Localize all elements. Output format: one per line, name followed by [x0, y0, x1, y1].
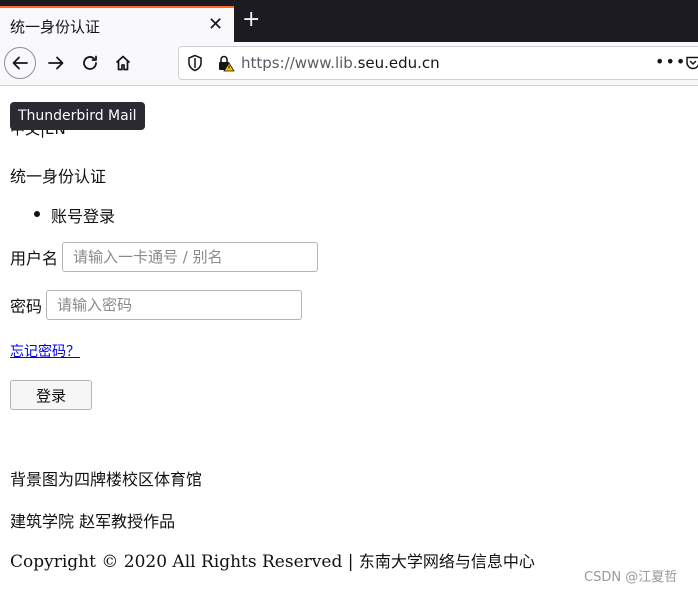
- password-row: 密码: [10, 290, 303, 320]
- copyright-text: Copyright © 2020 All Rights Reserved |: [10, 552, 359, 572]
- forgot-password-link[interactable]: 忘记密码？: [10, 341, 80, 361]
- password-label: 密码: [10, 297, 43, 316]
- tracking-protection-shield-icon[interactable]: [187, 54, 203, 72]
- username-row: 用户名: [10, 242, 319, 272]
- page-actions-more-icon[interactable]: •••: [655, 52, 686, 71]
- username-label: 用户名: [10, 249, 59, 268]
- footer-artist-credit: 建筑学院 赵军教授作品: [10, 512, 176, 531]
- tooltip: Thunderbird Mail: [10, 102, 145, 130]
- page-content: 中文|EN Thunderbird Mail 统一身份认证 账号登录 用户名 密…: [0, 86, 698, 594]
- forward-arrow-icon: [48, 56, 64, 70]
- copyright-org: 东南大学网络与信息中心: [358, 552, 535, 571]
- close-tab-icon[interactable]: ✕: [208, 14, 223, 35]
- username-input[interactable]: [62, 242, 319, 272]
- forward-button[interactable]: [42, 48, 70, 78]
- reload-button[interactable]: [76, 48, 104, 78]
- watermark: CSDN @江夏哲: [584, 570, 678, 585]
- pocket-icon[interactable]: [685, 55, 698, 71]
- back-arrow-icon: [12, 56, 28, 70]
- reload-icon: [83, 55, 97, 70]
- insecure-lock-icon[interactable]: [217, 54, 235, 72]
- footer-background-credit: 背景图为四牌楼校区体育馆: [10, 470, 203, 489]
- page-heading: 统一身份认证: [10, 167, 107, 186]
- login-button[interactable]: 登录: [10, 380, 92, 410]
- home-button[interactable]: [109, 48, 137, 78]
- url-text[interactable]: https://www.lib.seu.edu.cn: [241, 54, 440, 72]
- footer-copyright: Copyright © 2020 All Rights Reserved | 东…: [10, 548, 535, 572]
- login-method-list: 账号登录: [34, 203, 115, 227]
- password-input[interactable]: [46, 290, 303, 320]
- home-icon: [115, 55, 131, 71]
- tab-title: 统一身份认证: [10, 18, 101, 36]
- tab-bar: 统一身份认证 ✕ +: [0, 0, 698, 42]
- browser-tab[interactable]: 统一身份认证 ✕: [0, 6, 234, 42]
- back-button[interactable]: [4, 47, 36, 79]
- new-tab-button[interactable]: +: [242, 9, 260, 31]
- login-method-account[interactable]: 账号登录: [34, 203, 115, 227]
- address-bar[interactable]: https://www.lib.seu.edu.cn •••: [178, 46, 698, 80]
- navigation-toolbar: https://www.lib.seu.edu.cn •••: [0, 42, 698, 86]
